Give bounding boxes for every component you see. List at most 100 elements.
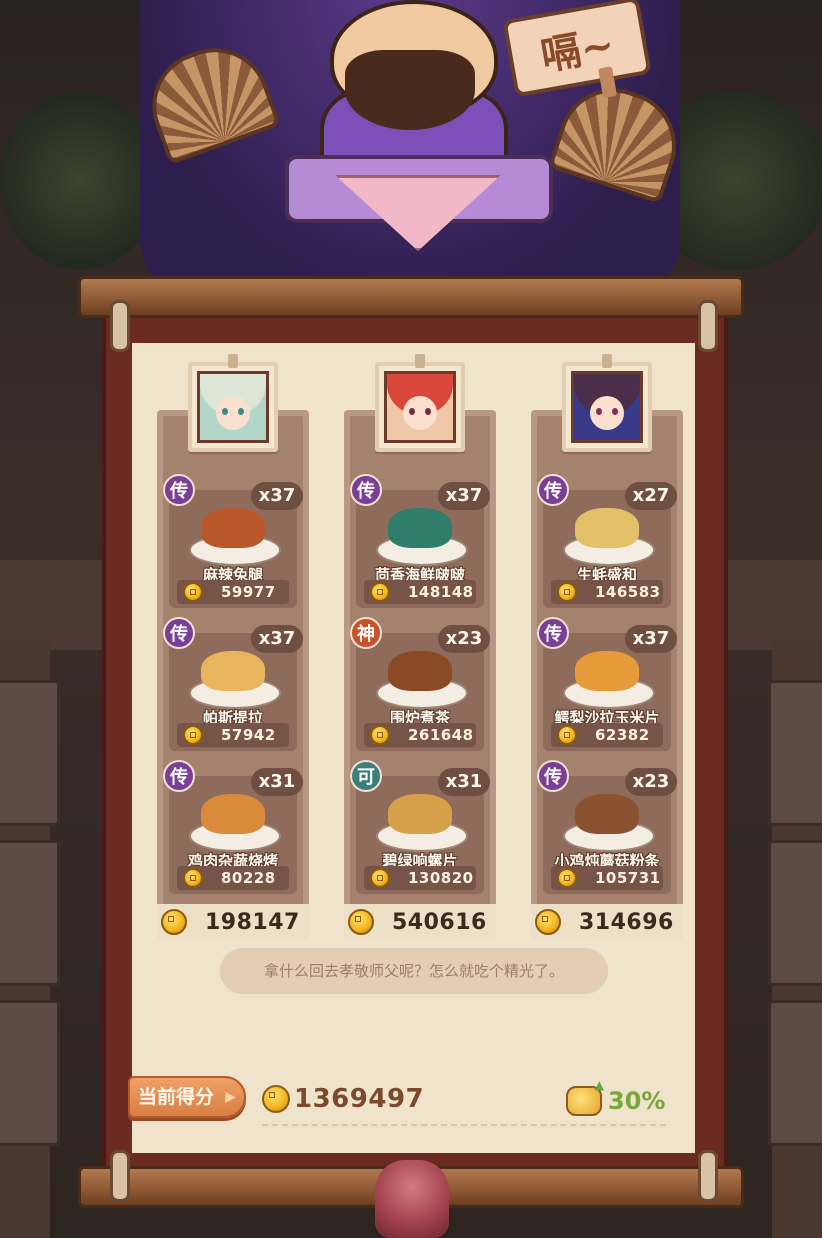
dish-value-bar: 261648 <box>364 723 476 747</box>
food <box>388 651 452 691</box>
rarity-badge: 传 <box>537 760 569 792</box>
tassel <box>375 1160 449 1238</box>
background-window <box>768 680 822 826</box>
dish-value-bar: 62382 <box>551 723 663 747</box>
dish-value: 148148 <box>408 583 474 601</box>
dish-value-bar: 59977 <box>177 580 289 604</box>
dish-column: 传 x37 麻辣兔腿 59977 传 x37 帕斯提拉 57942 传 x31 鸡肉杂蔬烧烤 8022… <box>157 354 309 940</box>
column-total: 198147 <box>157 904 309 940</box>
dish-value-bar: 80228 <box>177 866 289 890</box>
background-plant <box>0 90 160 270</box>
dish-value: 146583 <box>595 583 661 601</box>
current-score-label: 当前得分 <box>128 1076 246 1118</box>
coin-icon <box>535 909 561 935</box>
dish-value-bar: 57942 <box>177 723 289 747</box>
dish-card[interactable]: 传 x37 麻辣兔腿 59977 <box>163 474 303 608</box>
scroll-knob <box>698 1150 718 1202</box>
bonus: 30% <box>566 1078 665 1116</box>
dish-value: 80228 <box>221 869 276 887</box>
portrait-image <box>197 371 269 443</box>
rarity-badge: 传 <box>537 474 569 506</box>
dish-card[interactable]: 传 x27 生蚝盛和 146583 <box>537 474 677 608</box>
background-window <box>0 680 60 826</box>
character-portrait[interactable] <box>375 354 465 452</box>
dish-value: 261648 <box>408 726 474 744</box>
coin-icon <box>348 909 374 935</box>
scroll-knob <box>110 1150 130 1202</box>
rarity-badge: 传 <box>163 474 195 506</box>
dish-value-bar: 146583 <box>551 580 663 604</box>
dish-count: x31 <box>438 768 490 796</box>
portrait-image <box>384 371 456 443</box>
background-window <box>768 840 822 986</box>
column-total-value: 540616 <box>392 909 487 935</box>
dish-value: 59977 <box>221 583 276 601</box>
portrait-face <box>590 396 624 430</box>
dish-value-bar: 130820 <box>364 866 476 890</box>
dish-column: 传 x27 生蚝盛和 146583 传 x37 鳄梨沙拉玉米片 62382 传 x23 小鸡炖蘑菇粉… <box>531 354 683 940</box>
scroll-knob <box>698 300 718 352</box>
dish-value-bar: 148148 <box>364 580 476 604</box>
coin-icon <box>370 868 390 888</box>
dish-count: x37 <box>438 482 490 510</box>
dish-card[interactable]: 传 x37 鳄梨沙拉玉米片 62382 <box>537 617 677 751</box>
coin-bag-icon <box>566 1078 604 1116</box>
coin-icon <box>557 868 577 888</box>
coin-icon <box>183 582 203 602</box>
dish-column: 传 x37 茴香海鲜啵啵 148148 神 x23 围炉煮茶 261648 可 x31 碧绿响螺片 1… <box>344 354 496 940</box>
coin-icon <box>183 868 203 888</box>
rarity-badge: 传 <box>350 474 382 506</box>
divider <box>262 1124 666 1126</box>
scroll-top-rod <box>78 276 744 318</box>
character-portrait[interactable] <box>562 354 652 452</box>
background-window <box>768 1000 822 1146</box>
coin-icon <box>370 725 390 745</box>
total-score-value: 1369497 <box>294 1084 425 1114</box>
dish-card[interactable]: 传 x37 帕斯提拉 57942 <box>163 617 303 751</box>
rarity-badge: 神 <box>350 617 382 649</box>
dish-card[interactable]: 传 x31 鸡肉杂蔬烧烤 80228 <box>163 760 303 894</box>
portrait-face <box>216 396 250 430</box>
dish-card[interactable]: 神 x23 围炉煮茶 261648 <box>350 617 490 751</box>
result-message: 拿什么回去孝敬师父呢？怎么就吃个精光了。 <box>220 948 608 994</box>
background-window <box>0 840 60 986</box>
dish-value: 105731 <box>595 869 661 887</box>
dish-count: x37 <box>251 625 303 653</box>
rarity-badge: 传 <box>163 760 195 792</box>
dish-value: 62382 <box>595 726 650 744</box>
dish-count: x27 <box>625 482 677 510</box>
dish-value-bar: 105731 <box>551 866 663 890</box>
character-beard <box>345 50 475 130</box>
background-window <box>0 1000 60 1146</box>
column-total: 540616 <box>344 904 496 940</box>
column-total-value: 198147 <box>205 909 300 935</box>
rarity-badge: 传 <box>163 617 195 649</box>
column-total-value: 314696 <box>579 909 674 935</box>
dish-count: x23 <box>625 768 677 796</box>
coin-icon <box>183 725 203 745</box>
dish-count: x23 <box>438 625 490 653</box>
dish-card[interactable]: 可 x31 碧绿响螺片 130820 <box>350 760 490 894</box>
coin-icon <box>557 725 577 745</box>
speech-sign-text: 嗝~ <box>537 20 618 80</box>
food <box>575 651 639 691</box>
dish-count: x37 <box>251 482 303 510</box>
food <box>575 794 639 834</box>
dish-value: 57942 <box>221 726 276 744</box>
food <box>201 651 265 691</box>
portrait-eye <box>596 408 602 415</box>
dish-card[interactable]: 传 x23 小鸡炖蘑菇粉条 105731 <box>537 760 677 894</box>
current-score-text: 当前得分 <box>138 1086 215 1108</box>
rarity-badge: 可 <box>350 760 382 792</box>
food <box>201 794 265 834</box>
scroll-knob <box>110 300 130 352</box>
food <box>575 508 639 548</box>
dish-count: x37 <box>625 625 677 653</box>
coin-icon <box>161 909 187 935</box>
dish-card[interactable]: 传 x37 茴香海鲜啵啵 148148 <box>350 474 490 608</box>
character-portrait[interactable] <box>188 354 278 452</box>
dish-count: x31 <box>251 768 303 796</box>
food <box>388 508 452 548</box>
column-total: 314696 <box>531 904 683 940</box>
food <box>201 508 265 548</box>
